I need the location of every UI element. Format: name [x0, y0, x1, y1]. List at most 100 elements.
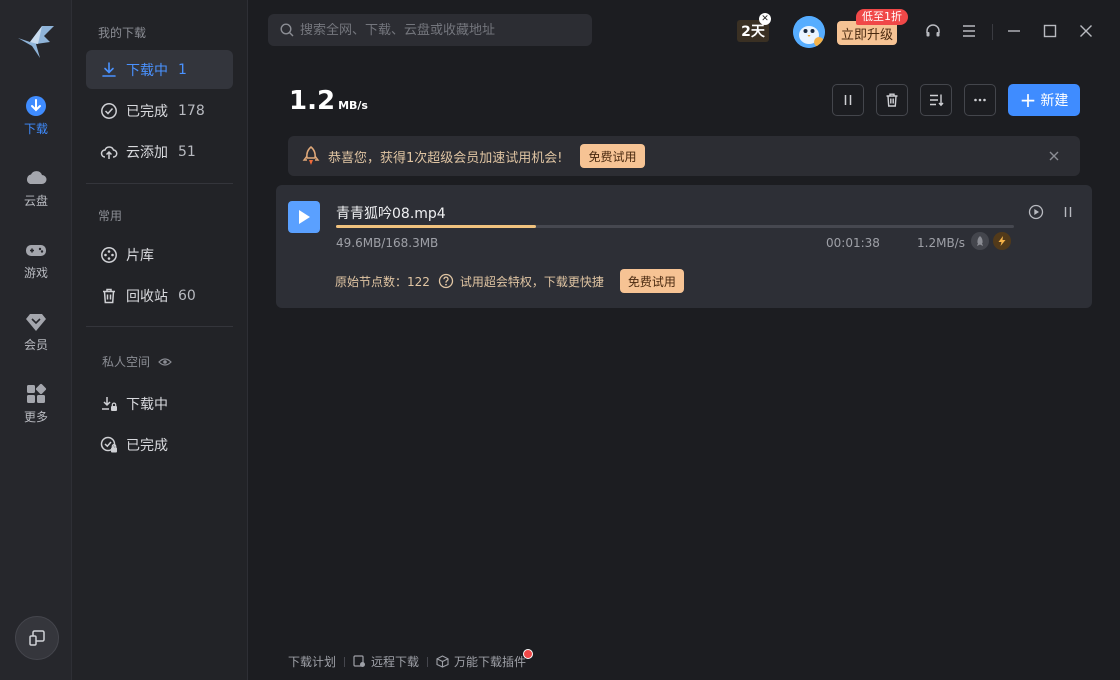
sidebar-item-private-downloading[interactable]: 下载中 — [86, 384, 233, 423]
discount-tag: 低至1折 — [856, 9, 908, 25]
task-free-trial-button[interactable]: 免费试用 — [619, 269, 684, 293]
rail-label: 更多 — [23, 410, 48, 424]
search-icon — [280, 23, 294, 37]
download-arrow-icon — [102, 61, 116, 77]
new-task-label: 新建 — [1040, 93, 1069, 109]
task-size: 49.6MB/168.3MB — [336, 236, 439, 250]
cloud-icon — [26, 171, 47, 184]
device-icon — [29, 630, 45, 646]
eye-icon[interactable] — [158, 355, 172, 369]
headset-icon[interactable] — [924, 22, 942, 40]
remote-download-link[interactable]: 远程下载 — [353, 653, 419, 670]
speed-unit: MB/s — [338, 99, 368, 112]
grid-icon — [27, 383, 47, 403]
pause-icon — [844, 95, 852, 105]
play-task-button[interactable] — [1027, 203, 1045, 221]
section-title: 私人空间 — [102, 355, 151, 369]
sidebar-item-private-completed[interactable]: 已完成 — [86, 425, 233, 464]
rail-item-vip[interactable]: 会员 — [0, 310, 72, 366]
task-filename: 青青狐吟08.mp4 — [336, 206, 446, 222]
sidebar-item-label: 回收站 — [126, 288, 168, 305]
task-speed: 1.2MB/s — [917, 236, 965, 250]
rail-label: 云盘 — [23, 194, 48, 208]
bird-avatar-icon — [793, 16, 825, 48]
sidebar-item-count: 60 — [178, 287, 196, 304]
locked-download-icon — [102, 396, 117, 411]
app-logo-icon — [18, 26, 54, 58]
diamond-icon — [26, 314, 46, 331]
play-circle-icon — [1028, 204, 1044, 220]
sidebar-item-count: 51 — [178, 143, 196, 160]
pause-task-button[interactable] — [1059, 203, 1077, 221]
boost-rocket-icon[interactable] — [971, 232, 989, 250]
progress-fill — [336, 225, 536, 228]
divider — [992, 24, 993, 40]
footer-link-label: 远程下载 — [371, 655, 420, 669]
task-eta: 00:01:38 — [826, 236, 880, 250]
delete-button[interactable] — [876, 84, 908, 116]
more-button[interactable] — [964, 84, 996, 116]
rail-label: 下载 — [23, 122, 48, 136]
vip-trial-banner: 恭喜您，获得1次超级会员加速试用机会! 免费试用 — [288, 136, 1080, 176]
sidebar-item-count: 1 — [178, 61, 187, 78]
search-box[interactable] — [268, 14, 592, 46]
sidebar-item-library[interactable]: 片库 — [86, 235, 233, 274]
sidebar-item-label: 已完成 — [126, 437, 168, 454]
divider — [86, 326, 233, 327]
banner-text: 恭喜您，获得1次超级会员加速试用机会! — [328, 150, 563, 166]
divider — [86, 183, 233, 184]
rail-item-games[interactable]: 游戏 — [0, 238, 72, 294]
sidebar-item-label: 下载中 — [126, 62, 168, 79]
close-window-icon[interactable] — [1077, 22, 1095, 40]
download-task-card[interactable]: 青青狐吟08.mp4 49.6MB/168.3MB 00:01:38 1.2MB… — [276, 185, 1092, 308]
new-task-button[interactable]: + 新建 — [1008, 84, 1080, 116]
trash-icon — [886, 93, 898, 107]
locked-check-icon — [100, 436, 117, 452]
gamepad-icon — [26, 245, 46, 256]
sidebar-item-label: 片库 — [126, 247, 154, 264]
help-icon[interactable] — [438, 273, 454, 289]
sidebar-item-label: 已完成 — [126, 103, 168, 120]
lightning-icon[interactable] — [993, 232, 1011, 250]
maximize-icon[interactable] — [1041, 22, 1059, 40]
sidebar-item-cloud-add[interactable]: 云添加 51 — [86, 132, 233, 171]
rail-item-more[interactable]: 更多 — [0, 382, 72, 438]
menu-icon[interactable] — [960, 22, 978, 40]
device-switch-button[interactable] — [15, 616, 59, 660]
sidebar-item-trash[interactable]: 回收站 60 — [86, 276, 233, 315]
close-icon[interactable]: ✕ — [759, 13, 771, 25]
rail-label: 会员 — [23, 338, 48, 352]
video-file-icon — [288, 201, 320, 233]
sort-icon — [930, 94, 944, 107]
divider — [344, 656, 346, 667]
download-plan-link[interactable]: 下载计划 — [288, 653, 336, 670]
footer-link-label: 万能下载插件 — [454, 655, 527, 669]
sort-button[interactable] — [920, 84, 952, 116]
download-icon — [26, 96, 46, 116]
trash-icon — [103, 288, 115, 303]
film-reel-icon — [101, 246, 117, 263]
divider — [427, 656, 429, 667]
node-count: 原始节点数：122 — [335, 274, 430, 289]
sidebar-item-completed[interactable]: 已完成 178 — [86, 91, 233, 130]
pause-all-button[interactable] — [832, 84, 864, 116]
rail-item-download[interactable]: 下载 — [0, 94, 72, 150]
avatar[interactable] — [793, 16, 825, 48]
plugin-link[interactable]: 万能下载插件 — [436, 653, 526, 670]
search-input[interactable] — [300, 22, 580, 38]
download-sidebar: 我的下载 下载中 1 已完成 178 云添加 51 常用 片库 回收站 60 私… — [72, 0, 248, 680]
task-promo-row: 原始节点数：122 试用超会特权，下载更快捷 免费试用 — [335, 269, 684, 293]
close-icon[interactable] — [1046, 148, 1062, 164]
rocket-icon — [302, 146, 320, 165]
section-title: 我的下载 — [98, 26, 147, 40]
plus-icon: + — [1019, 88, 1037, 112]
task-progress-bar — [336, 225, 1014, 228]
nav-rail: 下载 云盘 游戏 会员 更多 — [0, 0, 72, 680]
minimize-icon[interactable] — [1005, 22, 1023, 40]
check-circle-icon — [101, 102, 117, 119]
sidebar-item-downloading[interactable]: 下载中 1 — [86, 50, 233, 89]
section-title: 常用 — [98, 209, 123, 223]
cloud-upload-icon — [100, 145, 118, 159]
free-trial-button[interactable]: 免费试用 — [580, 144, 645, 168]
rail-item-cloud[interactable]: 云盘 — [0, 166, 72, 222]
